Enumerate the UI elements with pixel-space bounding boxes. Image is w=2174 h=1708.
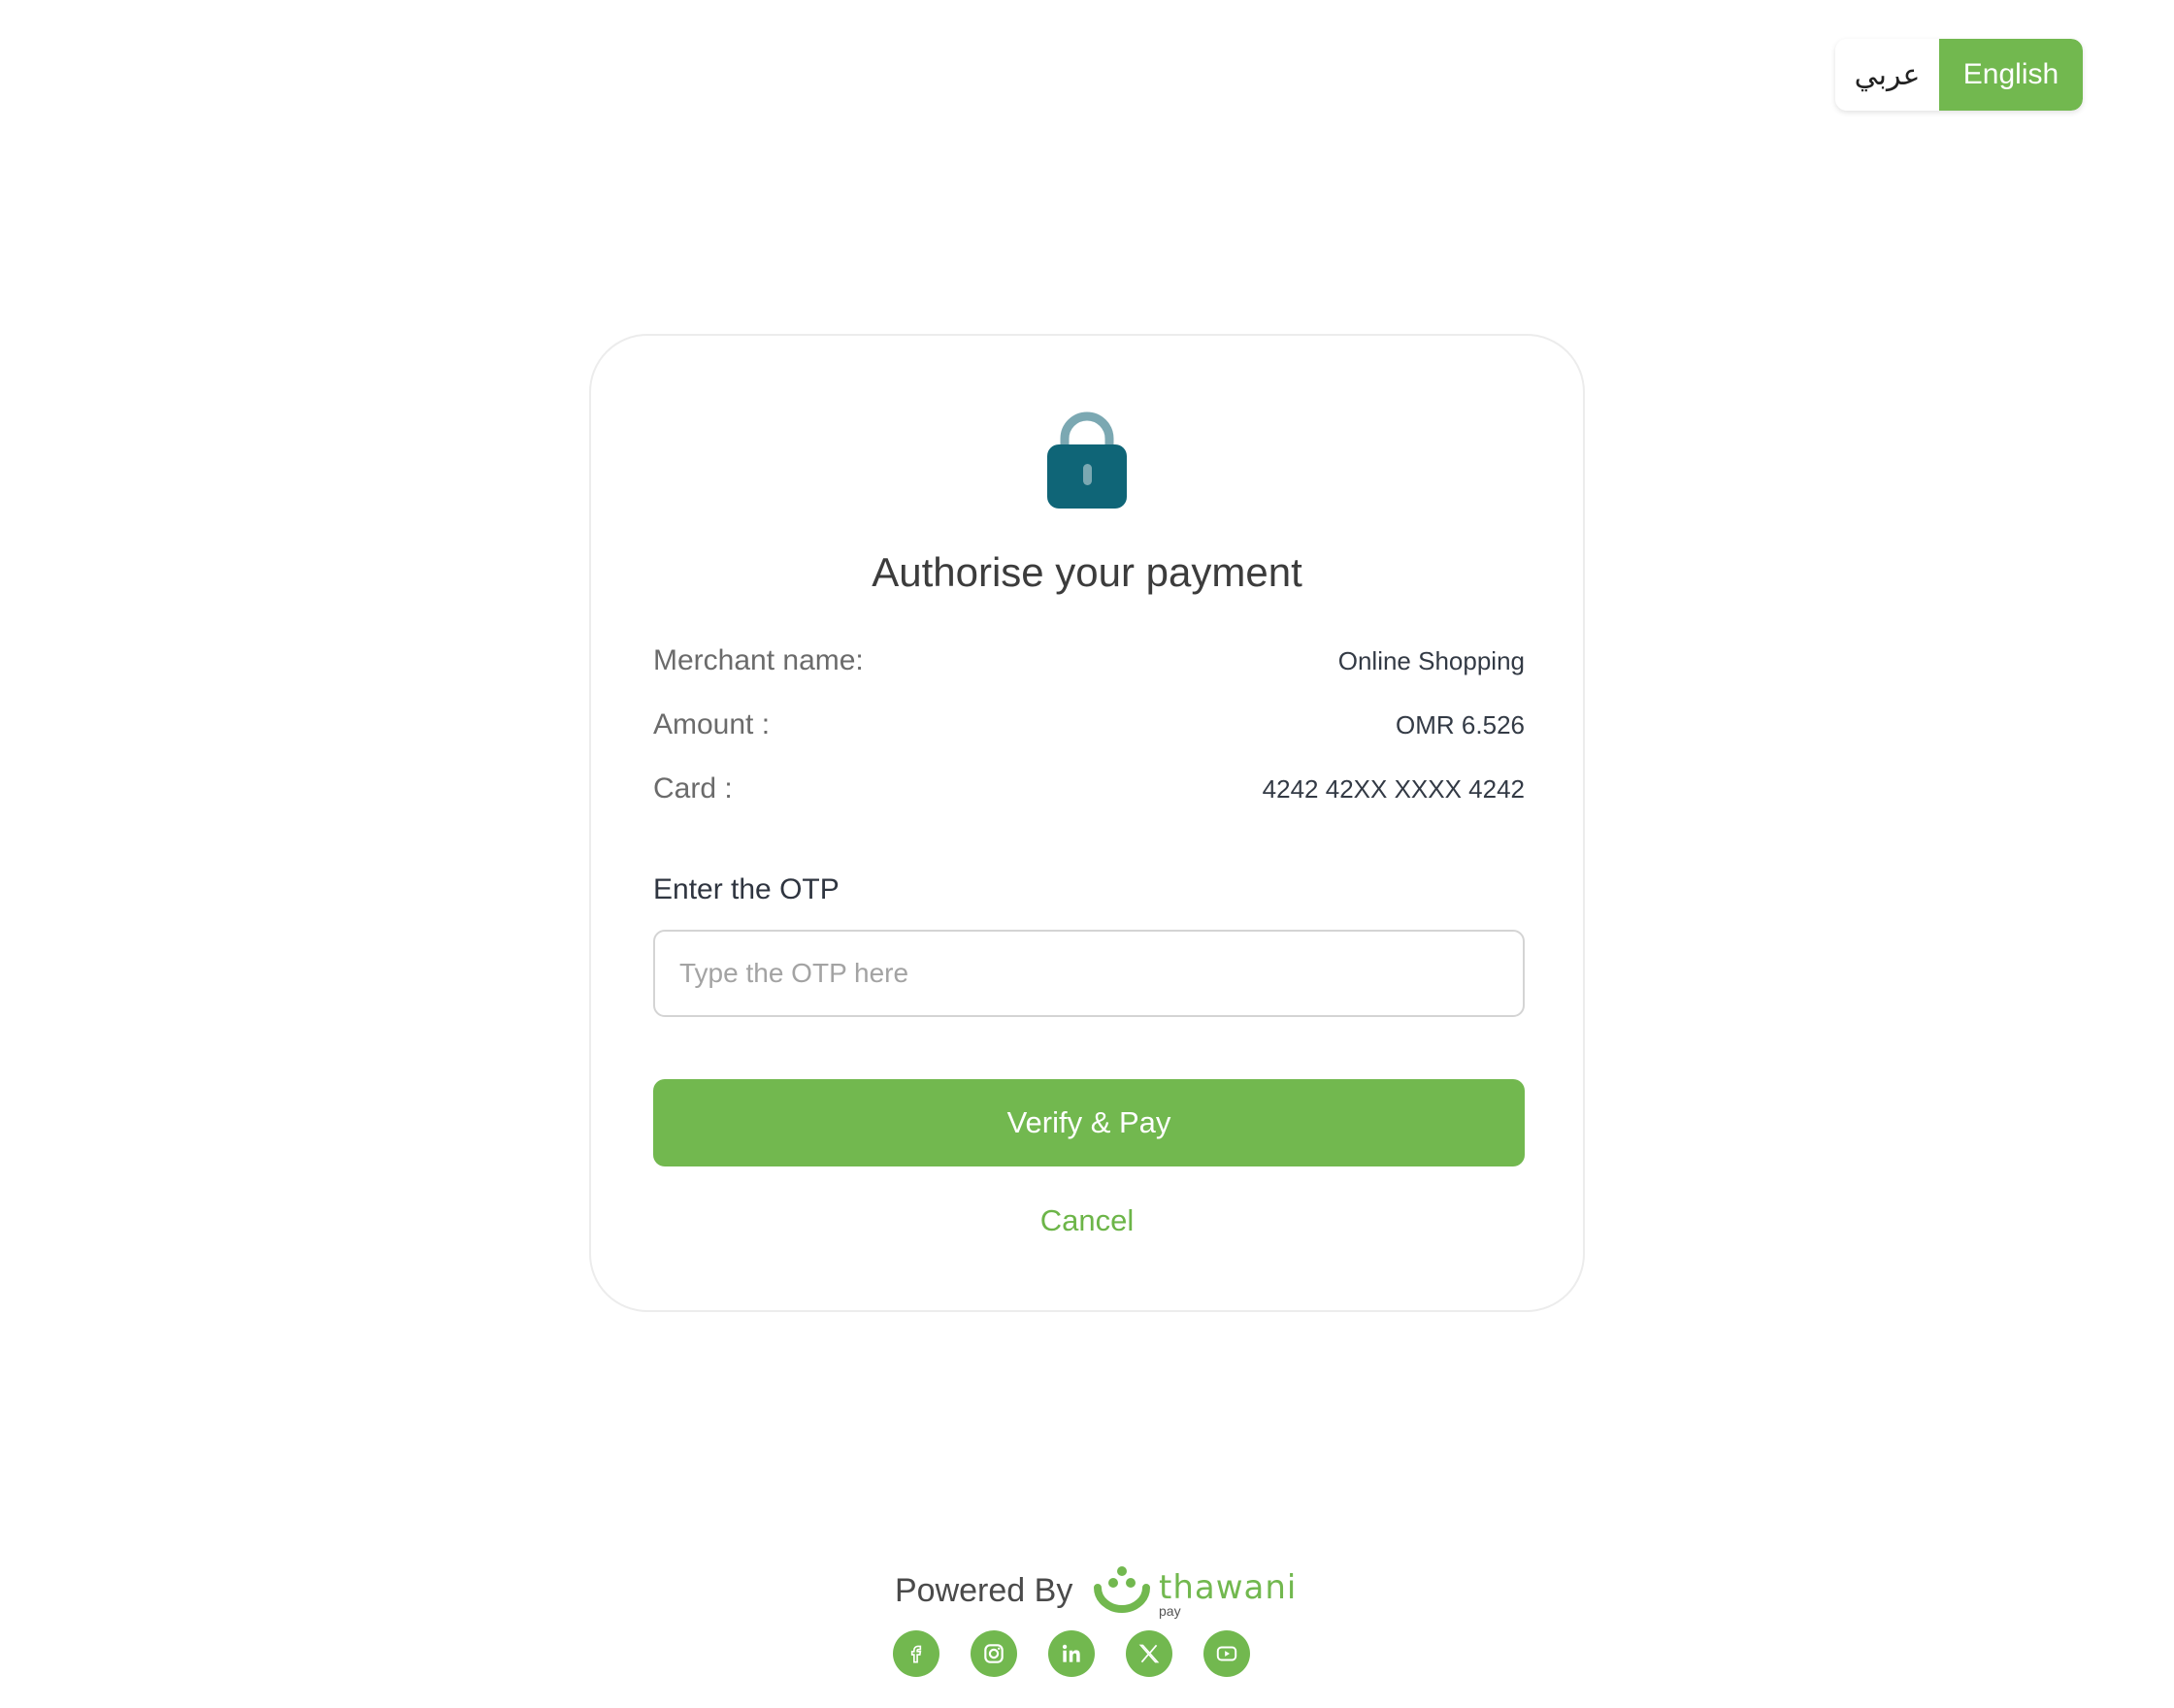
thawani-mark-icon xyxy=(1094,1566,1150,1613)
merchant-label: Merchant name: xyxy=(653,644,864,676)
amount-value: OMR 6.526 xyxy=(1396,709,1525,739)
x-icon[interactable] xyxy=(1126,1630,1172,1677)
card-label: Card : xyxy=(653,772,733,805)
cancel-link[interactable]: Cancel xyxy=(591,1203,1583,1238)
amount-label: Amount : xyxy=(653,708,771,740)
payment-card: Authorise your payment Merchant name: On… xyxy=(589,334,1585,1312)
youtube-icon[interactable] xyxy=(1203,1630,1250,1677)
lock-icon xyxy=(1047,411,1127,509)
powered-by-label: Powered By xyxy=(895,1572,1073,1609)
linkedin-icon[interactable] xyxy=(1048,1630,1095,1677)
brand-sub: pay xyxy=(1159,1603,1181,1619)
verify-pay-button[interactable]: Verify & Pay xyxy=(653,1079,1525,1166)
english-language-button[interactable]: English xyxy=(1939,39,2083,111)
card-row: Card : 4242 42XX XXXX 4242 xyxy=(653,772,1525,805)
social-links xyxy=(893,1630,1250,1677)
card-number-value: 4242 42XX XXXX 4242 xyxy=(1262,773,1525,804)
footer: Powered By thawani pay xyxy=(0,1562,2174,1689)
otp-input[interactable] xyxy=(653,930,1525,1017)
merchant-row: Merchant name: Online Shopping xyxy=(653,644,1525,677)
amount-row: Amount : OMR 6.526 xyxy=(653,708,1525,741)
page-title: Authorise your payment xyxy=(872,549,1302,595)
language-switch: عربي English xyxy=(1835,39,2083,111)
thawani-logo: thawani pay xyxy=(1093,1562,1296,1621)
brand-wordmark: thawani xyxy=(1159,1568,1298,1607)
merchant-value: Online Shopping xyxy=(1337,645,1525,675)
otp-label: Enter the OTP xyxy=(653,873,840,905)
facebook-icon[interactable] xyxy=(893,1630,939,1677)
arabic-language-button[interactable]: عربي xyxy=(1835,39,1939,111)
instagram-icon[interactable] xyxy=(971,1630,1017,1677)
